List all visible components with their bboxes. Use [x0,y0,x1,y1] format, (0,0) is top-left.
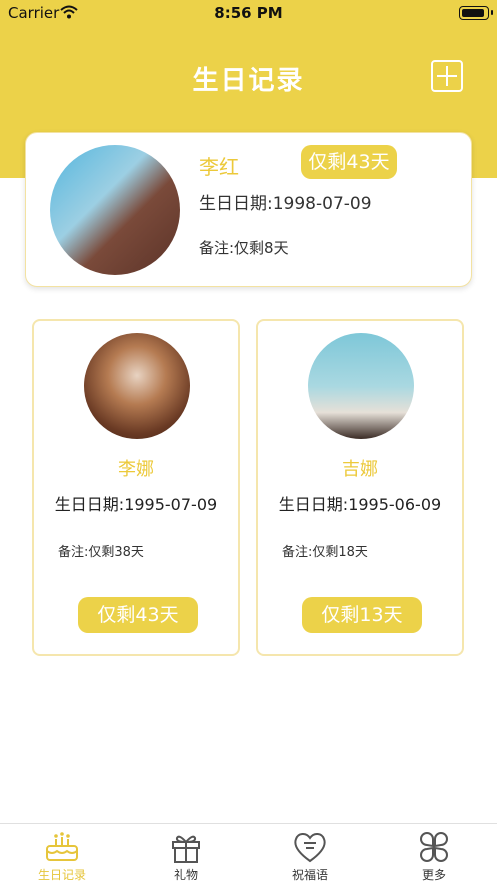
birthday-card[interactable]: 吉娜 生日日期:1995-06-09 备注:仅剩18天 仅剩13天 [256,319,464,656]
tab-more[interactable]: 更多 [372,824,496,884]
tab-label: 更多 [421,868,446,882]
cake-icon [46,832,78,861]
birthday-date: 生日日期:1995-07-09 [54,495,218,514]
page-title: 生日记录 [192,66,305,96]
featured-birthday-card[interactable]: 李红 仅剩43天 生日日期:1998-07-09 备注:仅剩8天 [25,132,472,287]
tab-bar: 生日记录 礼物 祝福语 更多 [0,823,497,884]
days-left-badge: 仅剩13天 [302,597,422,633]
tab-label: 礼物 [173,868,198,882]
tab-gifts[interactable]: 礼物 [124,824,248,884]
avatar [308,333,414,439]
tab-blessings[interactable]: 祝福语 [248,824,372,884]
birthday-note: 备注:仅剩38天 [58,545,144,560]
battery-icon [459,6,489,20]
birthday-note: 备注:仅剩8天 [199,239,289,257]
heart-message-icon [294,833,326,863]
days-left-badge: 仅剩43天 [78,597,198,633]
days-left-badge: 仅剩43天 [301,145,397,179]
person-name: 吉娜 [342,459,378,480]
person-name: 李娜 [118,459,154,480]
avatar [50,145,180,275]
status-time: 8:56 PM [214,4,283,22]
avatar [84,333,190,439]
tab-birthday-records[interactable]: 生日记录 [0,824,124,884]
gift-icon [172,835,200,863]
birthday-date: 生日日期:1995-06-09 [278,495,442,514]
tab-label: 生日记录 [37,868,86,882]
plus-square-icon[interactable] [431,60,463,92]
battery-tip [491,10,493,15]
birthday-note: 备注:仅剩18天 [282,545,368,560]
person-name: 李红 [199,155,239,179]
clover-grid-icon [420,832,448,862]
tab-label: 祝福语 [291,868,328,882]
birthday-date: 生日日期:1998-07-09 [199,194,372,214]
status-bar: Carrier 8:56 PM [0,0,497,26]
birthday-card[interactable]: 李娜 生日日期:1995-07-09 备注:仅剩38天 仅剩43天 [32,319,240,656]
